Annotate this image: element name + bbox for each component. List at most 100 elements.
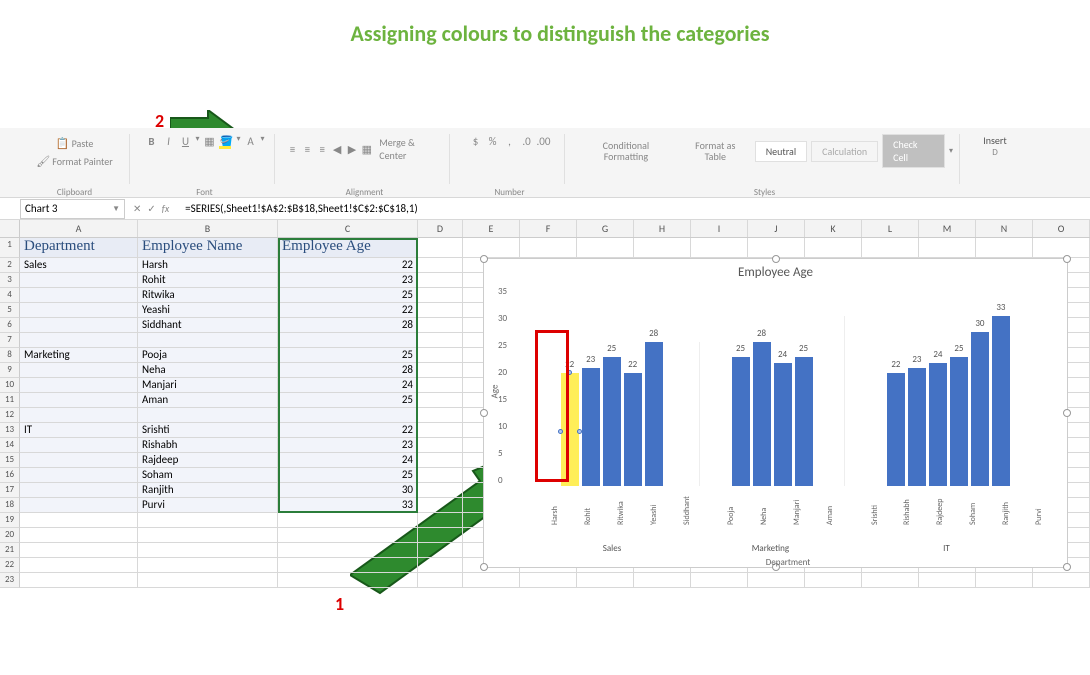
row-header[interactable]: 2	[0, 258, 20, 273]
row-header[interactable]: 20	[0, 528, 20, 543]
style-check-cell[interactable]: Check Cell	[882, 134, 945, 168]
row-header[interactable]: 8	[0, 348, 20, 363]
col-header[interactable]: M	[919, 220, 976, 237]
table-cell[interactable]: Rajdeep	[138, 453, 278, 468]
currency-icon[interactable]: $	[469, 134, 483, 148]
table-cell[interactable]	[20, 408, 138, 423]
chart-bar[interactable]	[582, 368, 600, 486]
row-header[interactable]: 17	[0, 483, 20, 498]
col-header[interactable]: B	[138, 220, 278, 237]
table-cell[interactable]: 25	[278, 468, 418, 483]
row-header[interactable]: 9	[0, 363, 20, 378]
table-cell[interactable]: Manjari	[138, 378, 278, 393]
chart-bar[interactable]	[908, 368, 926, 486]
indent-inc[interactable]: ▶	[346, 142, 359, 156]
col-header[interactable]: J	[748, 220, 805, 237]
row-header[interactable]: 14	[0, 438, 20, 453]
table-cell[interactable]	[20, 288, 138, 303]
name-box[interactable]: Chart 3▼	[20, 199, 125, 219]
table-header[interactable]: Employee Age	[278, 238, 418, 258]
table-cell[interactable]	[278, 408, 418, 423]
percent-icon[interactable]: %	[486, 134, 500, 148]
col-header[interactable]: A	[20, 220, 138, 237]
table-cell[interactable]	[20, 378, 138, 393]
table-cell[interactable]	[20, 453, 138, 468]
merge-button[interactable]: Merge & Center	[375, 134, 443, 164]
paste-button[interactable]: 📋Paste	[52, 134, 98, 152]
fx-icon[interactable]: fx	[162, 202, 169, 215]
row-header[interactable]: 11	[0, 393, 20, 408]
table-cell[interactable]	[20, 318, 138, 333]
table-cell[interactable]: Neha	[138, 363, 278, 378]
table-cell[interactable]: Siddhant	[138, 318, 278, 333]
table-cell[interactable]: Srishti	[138, 423, 278, 438]
underline-button[interactable]: U	[178, 134, 192, 148]
table-cell[interactable]	[20, 273, 138, 288]
table-cell[interactable]: 25	[278, 393, 418, 408]
select-all-corner[interactable]	[0, 220, 20, 237]
table-header[interactable]: Employee Name	[138, 238, 278, 258]
resize-handle[interactable]	[1063, 409, 1071, 417]
col-header[interactable]: N	[976, 220, 1033, 237]
row-header[interactable]: 18	[0, 498, 20, 513]
table-cell[interactable]: Yeashi	[138, 303, 278, 318]
format-painter-button[interactable]: 🖌Format Painter	[32, 152, 116, 170]
table-cell[interactable]: 28	[278, 363, 418, 378]
chart-bar[interactable]	[732, 357, 750, 486]
col-header[interactable]: O	[1033, 220, 1090, 237]
table-cell[interactable]	[20, 333, 138, 348]
col-header[interactable]: C	[278, 220, 418, 237]
comma-icon[interactable]: ,	[503, 134, 517, 148]
align-top[interactable]: ≡	[286, 142, 299, 156]
row-header[interactable]: 10	[0, 378, 20, 393]
align-mid[interactable]: ≡	[301, 142, 314, 156]
fill-color-button[interactable]: 🪣	[219, 134, 233, 148]
table-cell[interactable]: Pooja	[138, 348, 278, 363]
row-header[interactable]: 5	[0, 303, 20, 318]
table-cell[interactable]: Sales	[20, 258, 138, 273]
table-cell[interactable]: 24	[278, 453, 418, 468]
table-cell[interactable]: 22	[278, 258, 418, 273]
row-header[interactable]: 7	[0, 333, 20, 348]
col-header[interactable]: K	[805, 220, 862, 237]
bold-button[interactable]: B	[144, 134, 158, 148]
table-cell[interactable]	[20, 393, 138, 408]
chart-bars[interactable]: 222325222825282425222324253033	[524, 306, 1052, 486]
row-header[interactable]: 13	[0, 423, 20, 438]
insert-button[interactable]: Insert	[983, 134, 1007, 147]
col-header[interactable]: D	[418, 220, 463, 237]
chart-bar[interactable]	[887, 373, 905, 486]
row-header[interactable]: 23	[0, 573, 20, 588]
indent-dec[interactable]: ◀	[331, 142, 344, 156]
chart-container[interactable]: Employee Age Age 35302520151050 22232522…	[483, 258, 1068, 568]
conditional-formatting-button[interactable]: Conditional Formatting	[576, 138, 676, 164]
resize-handle[interactable]	[772, 255, 780, 263]
table-header[interactable]: Department	[20, 238, 138, 258]
chart-bar[interactable]	[795, 357, 813, 486]
table-cell[interactable]	[20, 498, 138, 513]
chart-title[interactable]: Employee Age	[484, 259, 1067, 286]
col-header[interactable]: I	[691, 220, 748, 237]
table-cell[interactable]: Aman	[138, 393, 278, 408]
chart-bar[interactable]	[603, 357, 621, 486]
table-cell[interactable]: 25	[278, 348, 418, 363]
resize-handle[interactable]	[1063, 563, 1071, 571]
table-cell[interactable]	[138, 333, 278, 348]
row-header[interactable]: 1	[0, 238, 20, 258]
table-cell[interactable]	[20, 303, 138, 318]
table-cell[interactable]: 22	[278, 423, 418, 438]
col-header[interactable]: G	[577, 220, 634, 237]
table-cell[interactable]: 22	[278, 303, 418, 318]
border-button[interactable]: ▦	[202, 134, 216, 148]
row-header[interactable]: 6	[0, 318, 20, 333]
col-header[interactable]: E	[463, 220, 520, 237]
dec-inc[interactable]: .0	[520, 134, 534, 148]
row-header[interactable]: 4	[0, 288, 20, 303]
row-header[interactable]: 22	[0, 558, 20, 573]
col-header[interactable]: H	[634, 220, 691, 237]
dec-dec[interactable]: .00	[537, 134, 551, 148]
table-cell[interactable]: Harsh	[138, 258, 278, 273]
table-cell[interactable]	[20, 483, 138, 498]
resize-handle[interactable]	[1063, 255, 1071, 263]
table-cell[interactable]	[20, 438, 138, 453]
